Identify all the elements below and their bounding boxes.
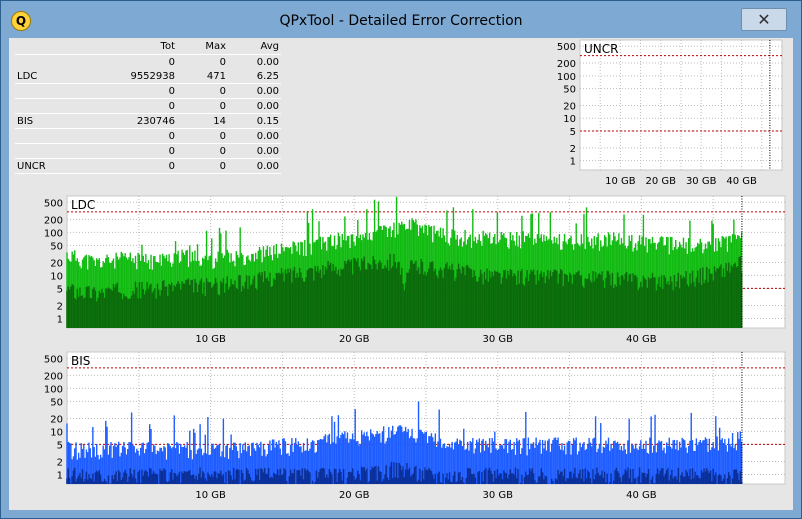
close-button[interactable]: ✕: [741, 8, 787, 31]
stats-tot-cell: 9552938: [130, 71, 175, 82]
y-tick-label: 10: [50, 271, 63, 282]
x-tick-label: 10 GB: [195, 490, 226, 501]
header-tot: Tot: [160, 41, 175, 52]
stats-label-cell: LDC: [17, 71, 38, 82]
x-tick-label: 10 GB: [605, 176, 636, 187]
window-title: QPxTool - Detailed Error Correction: [279, 13, 523, 29]
stats-tot-cell: 0: [168, 57, 175, 68]
y-tick-label: 1: [57, 470, 63, 481]
x-tick-label: 30 GB: [686, 176, 717, 187]
stats-header-row: Tot Max Avg: [15, 38, 281, 55]
x-tick-label: 40 GB: [626, 334, 657, 345]
stats-row: BIS 230746 14 0.15: [15, 114, 281, 129]
y-tick-label: 50: [50, 397, 63, 408]
stats-max-cell: 14: [213, 116, 226, 127]
y-tick-label: 500: [44, 198, 63, 209]
stats-max-cell: 471: [206, 71, 226, 82]
stats-avg-cell: 0.00: [256, 57, 279, 68]
y-tick-label: 20: [50, 414, 63, 425]
chart-title: UNCR: [584, 42, 618, 56]
error-stats-table: Tot Max Avg 0 0 0.00 LDC 9552938 471 6.25 0 0 0.0…: [15, 38, 281, 174]
qpxtool-window: Q QPxTool - Detailed Error Correction ✕ …: [0, 0, 802, 519]
stats-max-cell: 0: [219, 86, 226, 97]
y-tick-label: 5: [57, 440, 63, 451]
stats-label-cell: UNCR: [17, 161, 46, 172]
y-tick-label: 500: [44, 354, 63, 365]
stats-max-cell: 0: [219, 131, 226, 142]
chart-title: LDC: [71, 198, 95, 212]
y-tick-label: 1: [57, 314, 63, 325]
y-tick-label: 5: [57, 284, 63, 295]
header-avg: Avg: [260, 41, 279, 52]
stats-tot-cell: 230746: [136, 116, 175, 127]
title-bar[interactable]: Q QPxTool - Detailed Error Correction ✕: [1, 1, 801, 37]
y-tick-label: 5: [570, 127, 576, 138]
y-tick-label: 50: [50, 241, 63, 252]
bis-chart-svg: 500 200 100 50 20 10 5 2 1 10 GB 20 GB 30 GB 40 GB BI…: [44, 351, 786, 501]
stats-row: UNCR 0 0 0.00: [15, 159, 281, 174]
y-tick-label: 20: [563, 101, 576, 112]
uncr-chart-svg: 500 200 100 50 20 10 5 2 1 10 GB 20 GB 30 GB 40 GB UN…: [557, 39, 783, 187]
y-tick-label: 10: [50, 427, 63, 438]
stats-row: 0 0 0.00: [15, 129, 281, 144]
stats-row: 0 0 0.00: [15, 144, 281, 159]
stats-row: LDC 9552938 471 6.25: [15, 69, 281, 84]
stats-avg-cell: 0.00: [256, 131, 279, 142]
stats-max-cell: 0: [219, 146, 226, 157]
x-tick-label: 40 GB: [626, 490, 657, 501]
stats-max-cell: 0: [219, 57, 226, 68]
stats-max-cell: 0: [219, 161, 226, 172]
stats-avg-cell: 0.00: [256, 86, 279, 97]
stats-tot-cell: 0: [168, 161, 175, 172]
stats-tot-cell: 0: [168, 146, 175, 157]
stats-avg-cell: 0.00: [256, 146, 279, 157]
y-tick-label: 200: [44, 371, 63, 382]
uncr-chart: 500 200 100 50 20 10 5 2 1 10 GB 20 GB 30 GB 40 GB UN…: [532, 38, 788, 188]
x-tick-label: 10 GB: [195, 334, 226, 345]
y-tick-label: 20: [50, 258, 63, 269]
client-area: Tot Max Avg 0 0 0.00 LDC 9552938 471 6.25 0 0 0.0…: [9, 38, 793, 510]
x-tick-label: 40 GB: [726, 176, 757, 187]
stats-tot-cell: 0: [168, 101, 175, 112]
y-tick-label: 10: [563, 114, 576, 125]
x-tick-label: 30 GB: [483, 334, 514, 345]
ldc-chart-svg: 500 200 100 50 20 10 5 2 1 10 GB 20 GB 30 GB 40 GB LD…: [44, 195, 786, 345]
ldc-chart: 500 200 100 50 20 10 5 2 1 10 GB 20 GB 30 GB 40 GB LD…: [17, 194, 789, 346]
y-tick-label: 200: [44, 215, 63, 226]
y-tick-label: 500: [557, 42, 576, 53]
chart-title: BIS: [71, 354, 90, 368]
stats-avg-cell: 6.25: [256, 71, 279, 82]
y-tick-label: 1: [570, 157, 576, 168]
y-tick-label: 200: [557, 59, 576, 70]
x-tick-label: 20 GB: [646, 176, 677, 187]
bis-chart: 500 200 100 50 20 10 5 2 1 10 GB 20 GB 30 GB 40 GB BI…: [17, 350, 789, 502]
y-tick-label: 50: [563, 85, 576, 96]
y-tick-label: 100: [44, 384, 63, 395]
y-tick-label: 100: [557, 72, 576, 83]
stats-tot-cell: 0: [168, 86, 175, 97]
stats-row: 0 0 0.00: [15, 55, 281, 69]
stats-row: 0 0 0.00: [15, 99, 281, 114]
stats-label-cell: BIS: [17, 116, 34, 127]
header-max: Max: [205, 41, 226, 52]
stats-max-cell: 0: [219, 101, 226, 112]
x-tick-label: 30 GB: [483, 490, 514, 501]
stats-tot-cell: 0: [168, 131, 175, 142]
stats-avg-cell: 0.00: [256, 161, 279, 172]
y-tick-label: 2: [570, 144, 576, 155]
x-tick-label: 20 GB: [339, 490, 370, 501]
y-tick-label: 100: [44, 228, 63, 239]
y-tick-label: 2: [57, 301, 63, 312]
y-tick-label: 2: [57, 457, 63, 468]
stats-avg-cell: 0.15: [256, 116, 279, 127]
stats-row: 0 0 0.00: [15, 84, 281, 99]
x-tick-label: 20 GB: [339, 334, 370, 345]
stats-avg-cell: 0.00: [256, 101, 279, 112]
